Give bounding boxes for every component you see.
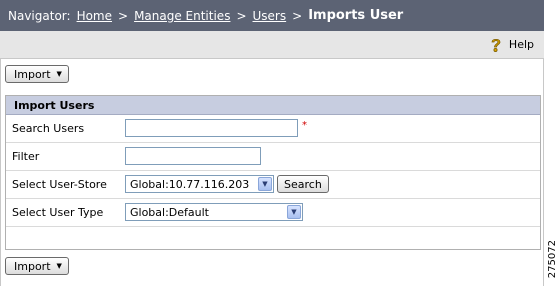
row-user-type: Select User Type Global:Default ▼ — [6, 199, 540, 227]
figure-id: 275072 — [547, 239, 558, 278]
filter-input[interactable] — [125, 147, 261, 165]
row-user-store: Select User-Store Global:10.77.116.203 ▼… — [6, 171, 540, 199]
help-question-icon — [491, 38, 501, 52]
user-type-select[interactable]: Global:Default ▼ — [125, 203, 303, 221]
breadcrumb-manage-entities[interactable]: Manage Entities — [134, 9, 230, 23]
caret-down-icon: ▼ — [56, 262, 62, 270]
user-store-select[interactable]: Global:10.77.116.203 ▼ — [125, 175, 274, 193]
import-menu-button-bottom[interactable]: Import ▼ — [5, 257, 69, 275]
row-search-users: Search Users * — [6, 115, 540, 143]
user-store-value: Global:10.77.116.203 — [130, 177, 250, 191]
breadcrumb-separator: > — [236, 8, 247, 23]
chevron-down-icon: ▼ — [287, 205, 301, 219]
search-users-input[interactable] — [125, 119, 298, 137]
chevron-down-icon: ▼ — [258, 177, 272, 191]
breadcrumb-separator: > — [118, 8, 129, 23]
help-label: Help — [508, 38, 534, 51]
user-store-label: Select User-Store — [12, 178, 107, 191]
breadcrumb-separator: > — [292, 8, 303, 23]
user-type-value: Global:Default — [130, 205, 209, 219]
row-filter: Filter — [6, 143, 540, 171]
breadcrumb-home[interactable]: Home — [77, 9, 112, 23]
breadcrumb-users[interactable]: Users — [253, 9, 287, 23]
import-button-label: Import — [14, 259, 51, 273]
help-link[interactable]: Help — [489, 37, 534, 53]
search-button[interactable]: Search — [277, 175, 329, 193]
search-users-label: Search Users — [12, 122, 85, 135]
required-marker: * — [302, 120, 307, 131]
page-title: Imports User — [308, 8, 404, 23]
panel-title: Import Users — [6, 96, 540, 115]
import-menu-button-top[interactable]: Import ▼ — [5, 65, 69, 83]
navigator-prefix: Navigator: — [8, 8, 71, 23]
filter-label: Filter — [12, 150, 40, 163]
import-users-panel: Import Users Search Users * Filter Selec… — [5, 95, 541, 250]
caret-down-icon: ▼ — [56, 70, 62, 78]
user-type-label: Select User Type — [12, 206, 104, 219]
help-bar: Help — [0, 31, 544, 59]
import-button-label: Import — [14, 67, 51, 81]
navigator-bar: Navigator: Home > Manage Entities > User… — [0, 0, 544, 31]
